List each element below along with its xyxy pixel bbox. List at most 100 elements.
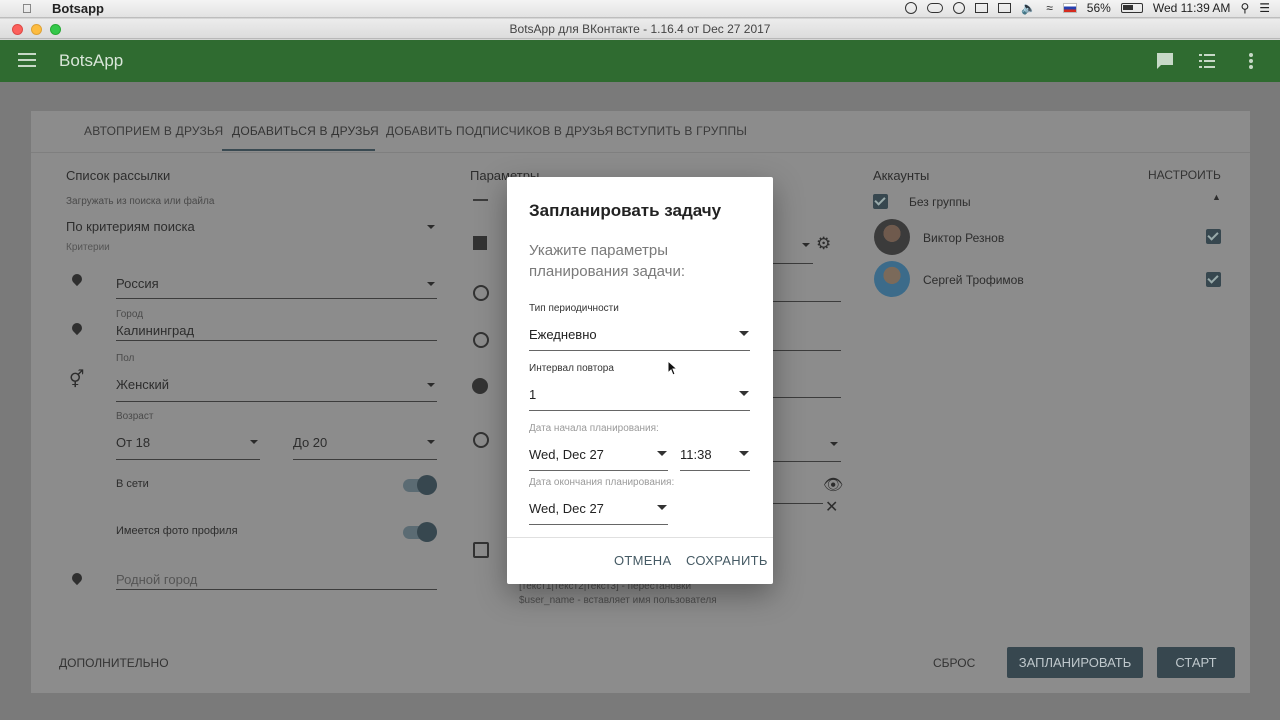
age-to-select[interactable]: До 20 [293,435,327,450]
end-date-picker[interactable]: Wed, Dec 27 [529,501,604,516]
spotlight-search-icon[interactable]: ⚲ [1240,1,1249,15]
age-from-select[interactable]: От 18 [116,435,150,450]
tab-bar: АВТОПРИЕМ В ДРУЗЬЯ ДОБАВИТЬСЯ В ДРУЗЬЯ Д… [31,111,1250,153]
age-from-dropdown-icon[interactable] [250,440,258,444]
sex-select[interactable]: Женский [116,377,169,392]
macos-menubar:  Botsapp 🔈 ≈ 56% Wed 11:39 AM ⚲ ☰ [0,0,1280,18]
param-dropdown-icon[interactable] [802,243,810,247]
airplay-icon[interactable] [998,3,1012,13]
account-checkbox[interactable] [1206,229,1221,244]
online-toggle-thumb[interactable] [417,475,437,495]
city-input[interactable]: Калининград [116,323,194,338]
timer-icon-2 [473,332,489,348]
group-label: Без группы [909,195,971,209]
avatar [874,261,910,297]
owl-icon[interactable] [953,2,966,14]
city-underline [116,340,437,341]
tab-join-groups[interactable]: ВСТУПИТЬ В ГРУППЫ [616,124,747,138]
source-dropdown-icon[interactable] [427,225,435,229]
account-checkbox[interactable] [1206,272,1221,287]
wifi-icon[interactable]: ≈ [1046,1,1053,15]
tab-indicator [222,149,375,151]
cloud-icon[interactable] [927,3,944,13]
input-source-flag-icon[interactable] [1062,3,1077,13]
param-underline-6 [773,503,823,504]
start-date-dropdown-icon[interactable] [657,451,667,456]
clear-icon[interactable]: ✕ [825,497,838,517]
window-zoom-button[interactable] [50,24,61,35]
hometown-underline [116,589,437,590]
settings-gear-icon[interactable]: ⚙ [816,234,831,254]
age-label: Возраст [116,411,154,422]
task-list-icon[interactable] [1198,52,1216,70]
interval-label: Интервал повтора [529,363,614,374]
sex-dropdown-icon[interactable] [427,383,435,387]
more-vert-icon[interactable] [1242,52,1260,70]
age-to-dropdown-icon[interactable] [427,440,435,444]
param-underline-1 [773,263,813,264]
dialog-title: Запланировать задачу [529,201,722,220]
cancel-button[interactable]: ОТМЕНА [614,553,671,568]
period-dropdown-icon[interactable] [739,331,749,336]
interval-select[interactable]: 1 [529,387,536,402]
volume-icon[interactable]: 🔈 [1021,1,1036,15]
visibility-icon[interactable]: 👁 [823,475,843,495]
start-time-underline [680,470,750,471]
country-select[interactable]: Россия [116,276,159,291]
stop-icon [472,378,488,394]
source-label: Загружать из поиска или файла [66,196,215,207]
period-underline [529,350,750,351]
more-button[interactable]: ДОПОЛНИТЕЛЬНО [59,656,169,670]
photo-toggle-thumb[interactable] [417,522,437,542]
end-date-dropdown-icon[interactable] [657,505,667,510]
window-close-button[interactable] [12,24,23,35]
save-button[interactable]: СОХРАНИТЬ [686,553,768,568]
interval-underline [529,410,750,411]
interval-dropdown-icon[interactable] [739,391,749,396]
start-date-underline [529,470,668,471]
mouse-pointer-icon [667,360,677,376]
start-time-picker[interactable]: 11:38 [680,447,712,462]
configure-button[interactable]: НАСТРОИТЬ [1148,168,1221,182]
collapse-icon[interactable]: ▲ [1212,192,1221,202]
battery-icon[interactable] [1120,3,1143,13]
menubar-status-area: 🔈 ≈ 56% Wed 11:39 AM ⚲ ☰ [905,1,1270,15]
country-dropdown-icon[interactable] [427,282,435,286]
param-underline-4 [773,397,841,398]
battery-percent[interactable]: 56% [1087,1,1111,15]
record-icon[interactable] [905,2,918,14]
gender-icon: ⚥ [69,370,85,389]
person-off-icon [473,236,487,250]
dropbox-icon[interactable] [975,3,989,13]
window-minimize-button[interactable] [31,24,42,35]
tab-add-subscribers[interactable]: ДОБАВИТЬ ПОДПИСЧИКОВ В ДРУЗЬЯ [386,124,613,138]
template-hint-2: $user_name - вставляет имя пользователя [519,595,717,606]
param-dropdown-icon-2[interactable] [830,442,838,446]
apple-icon[interactable]:  [22,1,32,16]
chat-icon[interactable] [1156,52,1174,70]
window-titlebar: BotsApp для ВКонтакте - 1.16.4 от Dec 27… [0,19,1280,39]
period-select[interactable]: Ежедневно [529,327,597,342]
reset-button[interactable]: СБРОС [933,656,975,670]
search-person-icon [473,432,489,448]
menubar-clock[interactable]: Wed 11:39 AM [1153,1,1231,15]
notification-center-icon[interactable]: ☰ [1259,1,1270,15]
account-name: Виктор Резнов [923,231,1005,245]
end-date-underline [529,524,668,525]
tab-auto-accept[interactable]: АВТОПРИЕМ В ДРУЗЬЯ [84,124,223,138]
start-button[interactable]: СТАРТ [1157,647,1235,678]
hamburger-menu-icon[interactable] [18,53,36,67]
tab-add-friends[interactable]: ДОБАВИТЬСЯ В ДРУЗЬЯ [232,124,379,138]
start-date-picker[interactable]: Wed, Dec 27 [529,447,604,462]
account-name: Сергей Трофимов [923,273,1024,287]
avatar [874,219,910,255]
criteria-label: Критерии [66,242,110,253]
start-time-dropdown-icon[interactable] [739,451,749,456]
online-label: В сети [116,478,149,490]
menubar-app-name[interactable]: Botsapp [52,1,104,16]
group-checkbox[interactable] [873,194,888,209]
schedule-button[interactable]: ЗАПЛАНИРОВАТЬ [1007,647,1143,678]
hometown-input[interactable]: Родной город [116,572,197,587]
accounts-heading: Аккаунты [873,168,930,183]
source-select[interactable]: По критериям поиска [66,219,195,234]
